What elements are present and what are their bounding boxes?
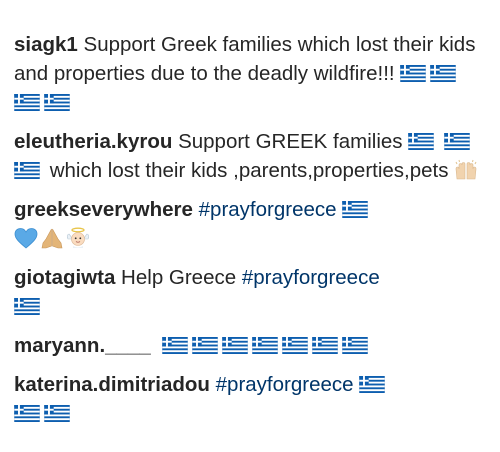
greek-flag-icon (44, 405, 70, 422)
greek-flag-icon (342, 201, 368, 218)
baby-angel-icon (66, 227, 90, 248)
greek-flag-icon (312, 337, 338, 354)
comment-eleutheria-kyrou: eleutheria.kyrou Support GREEK families … (14, 127, 488, 185)
greek-flag-icon (162, 337, 188, 354)
hashtag-link[interactable]: #prayforgreece (216, 373, 354, 396)
comment-giotagiwta: giotagiwta Help Greece #prayforgreece (14, 263, 488, 321)
greek-flag-icon (192, 337, 218, 354)
greek-flag-icon (359, 376, 385, 393)
greek-flag-icon (252, 337, 278, 354)
greek-flag-icon (14, 94, 40, 111)
comment-maryann: maryann.____ (14, 331, 488, 360)
greek-flag-icon (342, 337, 368, 354)
blue-heart-icon (14, 228, 38, 249)
comment-text: Help Greece (115, 266, 242, 289)
comment-text: Support GREEK families (172, 130, 409, 153)
comment-username[interactable]: katerina.dimitriadou (14, 373, 210, 396)
greek-flag-icon (14, 298, 40, 315)
greek-flag-icon (444, 133, 470, 150)
comment-text: which lost their kids ,parents,propertie… (44, 159, 455, 182)
hashtag-link[interactable]: #prayforgreece (242, 266, 380, 289)
comments-list: siagk1 Support Greek families which lost… (14, 30, 488, 438)
greek-flag-icon (282, 337, 308, 354)
comment-siagk1: siagk1 Support Greek families which lost… (14, 30, 488, 117)
comment-greekseverywhere: greekseverywhere #prayforgreece (14, 195, 488, 253)
raised-hands-icon (455, 159, 477, 180)
comment-username[interactable]: siagk1 (14, 33, 78, 56)
greek-flag-icon (430, 65, 456, 82)
greek-flag-icon (14, 405, 40, 422)
greek-flag-icon (222, 337, 248, 354)
greek-flag-icon (44, 94, 70, 111)
comment-username[interactable]: greekseverywhere (14, 198, 193, 221)
folded-hands-icon (41, 228, 63, 249)
hashtag-link[interactable]: #prayforgreece (199, 198, 337, 221)
comment-username[interactable]: maryann.____ (14, 334, 151, 357)
greek-flag-icon (14, 162, 40, 179)
comment-katerina-dimitriadou: katerina.dimitriadou #prayforgreece (14, 370, 488, 428)
greek-flag-icon (400, 65, 426, 82)
greek-flag-icon (408, 133, 434, 150)
comment-username[interactable]: giotagiwta (14, 266, 115, 289)
comment-username[interactable]: eleutheria.kyrou (14, 130, 172, 153)
